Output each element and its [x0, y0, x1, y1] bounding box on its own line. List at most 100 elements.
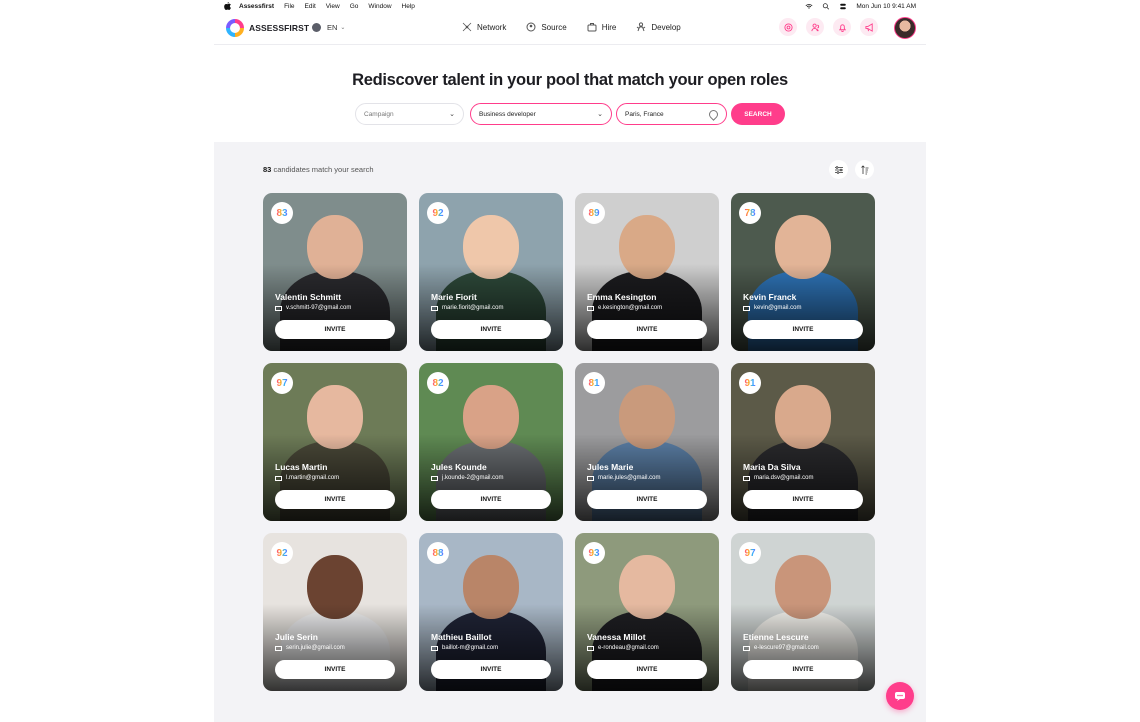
candidate-email: j.kounde-2@gmail.com: [442, 475, 504, 481]
location-value: Paris, France: [625, 110, 664, 118]
match-score: 78: [744, 207, 756, 219]
candidate-email-row: v.schmitt-97@gmail.com: [275, 305, 351, 311]
results-count-label: candidates match your search: [273, 165, 374, 174]
wifi-icon[interactable]: [805, 3, 813, 10]
candidate-email: maria.dsv@gmail.com: [754, 475, 814, 481]
brand-logo[interactable]: ASSESSFIRST: [226, 19, 309, 37]
menu-edit[interactable]: Edit: [305, 3, 316, 10]
menu-app-name[interactable]: Assessfirst: [239, 3, 274, 10]
network-icon: [462, 22, 472, 32]
candidate-email: kevin@gmail.com: [754, 305, 802, 311]
app-header: ASSESSFIRST EN ⌄ Network Source Hire Dev…: [214, 12, 926, 45]
user-avatar[interactable]: [894, 17, 916, 39]
candidate-card[interactable]: 81 Jules Marie marie.jules@gmail.com INV…: [575, 363, 719, 521]
candidate-card[interactable]: 88 Mathieu Baillot baillot-m@gmail.com I…: [419, 533, 563, 691]
candidate-card[interactable]: 93 Vanessa Millot e-rondeau@gmail.com IN…: [575, 533, 719, 691]
role-select[interactable]: Business developer ⌄: [470, 103, 612, 125]
sort-icon: [860, 164, 868, 174]
candidate-email: serin.julie@gmail.com: [286, 645, 345, 651]
envelope-icon: [743, 645, 750, 651]
envelope-icon: [743, 475, 750, 481]
menu-view[interactable]: View: [326, 3, 340, 10]
nav-source-label: Source: [541, 22, 567, 32]
envelope-icon: [431, 645, 438, 651]
nav-develop[interactable]: Develop: [636, 22, 681, 32]
candidate-card[interactable]: 97 Etienne Lescure e-lescure97@gmail.com…: [731, 533, 875, 691]
results-panel: 83 candidates match your search 83 Valen…: [214, 142, 926, 722]
assessfirst-logo-icon: [226, 19, 244, 37]
apple-logo-icon[interactable]: [224, 2, 231, 10]
invite-button[interactable]: INVITE: [431, 320, 551, 339]
match-score: 92: [432, 207, 444, 219]
notifications-button[interactable]: [833, 18, 851, 36]
invite-button[interactable]: INVITE: [743, 660, 863, 679]
nav-network[interactable]: Network: [462, 22, 506, 32]
language-selector[interactable]: EN ⌄: [312, 23, 345, 32]
menu-help[interactable]: Help: [402, 3, 415, 10]
candidate-card[interactable]: 92 Marie Fiorit marie.fiorit@gmail.com I…: [419, 193, 563, 351]
nav-hire[interactable]: Hire: [587, 22, 616, 32]
invite-button[interactable]: INVITE: [275, 490, 395, 509]
match-score-badge: 93: [583, 542, 605, 564]
match-score: 92: [276, 547, 288, 559]
spotlight-search-icon[interactable]: [822, 2, 830, 10]
nav-network-label: Network: [477, 22, 507, 32]
invite-button[interactable]: INVITE: [587, 490, 707, 509]
envelope-icon: [275, 645, 282, 651]
candidate-card[interactable]: 92 Julie Serin serin.julie@gmail.com INV…: [263, 533, 407, 691]
header-actions: [779, 18, 878, 36]
candidate-email: l.martin@gmail.com: [286, 475, 340, 481]
nav-source[interactable]: Source: [526, 22, 567, 32]
candidate-email-row: e-lescure97@gmail.com: [743, 645, 819, 651]
candidate-email-row: maria.dsv@gmail.com: [743, 475, 813, 481]
candidate-card[interactable]: 78 Kevin Franck kevin@gmail.com INVITE: [731, 193, 875, 351]
campaign-select[interactable]: Campaign ⌄: [355, 103, 464, 125]
target-icon: [783, 22, 793, 32]
announcements-button[interactable]: [860, 18, 878, 36]
invite-button[interactable]: INVITE: [743, 320, 863, 339]
invite-button[interactable]: INVITE: [587, 320, 707, 339]
location-pin-icon: [707, 107, 720, 121]
candidate-card[interactable]: 82 Jules Kounde j.kounde-2@gmail.com INV…: [419, 363, 563, 521]
invite-button[interactable]: INVITE: [743, 490, 863, 509]
menu-go[interactable]: Go: [350, 3, 359, 10]
menubar-clock[interactable]: Mon Jun 10 9:41 AM: [856, 3, 916, 10]
menu-file[interactable]: File: [284, 3, 294, 10]
envelope-icon: [587, 645, 594, 651]
goals-button[interactable]: [779, 18, 797, 36]
chevron-down-icon: ⌄: [449, 111, 455, 118]
candidate-email: marie.jules@gmail.com: [598, 475, 661, 481]
invite-button[interactable]: INVITE: [431, 660, 551, 679]
invite-button[interactable]: INVITE: [275, 660, 395, 679]
match-score-badge: 91: [739, 372, 761, 394]
match-score-badge: 83: [271, 202, 293, 224]
results-count: 83 candidates match your search: [263, 165, 374, 174]
sort-button[interactable]: [855, 160, 874, 179]
invite-button[interactable]: INVITE: [275, 320, 395, 339]
chat-button[interactable]: [886, 682, 914, 710]
filter-button[interactable]: [829, 160, 848, 179]
candidate-name: Mathieu Baillot: [431, 632, 492, 642]
location-input[interactable]: Paris, France: [616, 103, 727, 125]
page-title: Rediscover talent in your pool that matc…: [352, 71, 788, 89]
invite-button[interactable]: INVITE: [431, 490, 551, 509]
candidate-email: v.schmitt-97@gmail.com: [286, 305, 352, 311]
candidate-card[interactable]: 91 Maria Da Silva maria.dsv@gmail.com IN…: [731, 363, 875, 521]
candidate-card[interactable]: 83 Valentin Schmitt v.schmitt-97@gmail.c…: [263, 193, 407, 351]
match-score: 83: [276, 207, 288, 219]
invite-button[interactable]: INVITE: [587, 660, 707, 679]
candidate-email-row: l.martin@gmail.com: [275, 475, 339, 481]
results-tools: [829, 160, 874, 179]
people-icon: [810, 23, 819, 31]
candidate-card[interactable]: 89 Emma Kesington e.kesington@gmail.com …: [575, 193, 719, 351]
menubar-status: Mon Jun 10 9:41 AM: [805, 3, 916, 10]
candidate-email: e-lescure97@gmail.com: [754, 645, 819, 651]
control-center-icon[interactable]: [839, 3, 847, 10]
match-score: 97: [276, 377, 288, 389]
chevron-down-icon: ⌄: [340, 25, 346, 31]
menu-window[interactable]: Window: [368, 3, 391, 10]
candidate-card[interactable]: 97 Lucas Martin l.martin@gmail.com INVIT…: [263, 363, 407, 521]
bell-icon: [838, 23, 846, 32]
search-button[interactable]: SEARCH: [731, 103, 785, 125]
team-button[interactable]: [806, 18, 824, 36]
